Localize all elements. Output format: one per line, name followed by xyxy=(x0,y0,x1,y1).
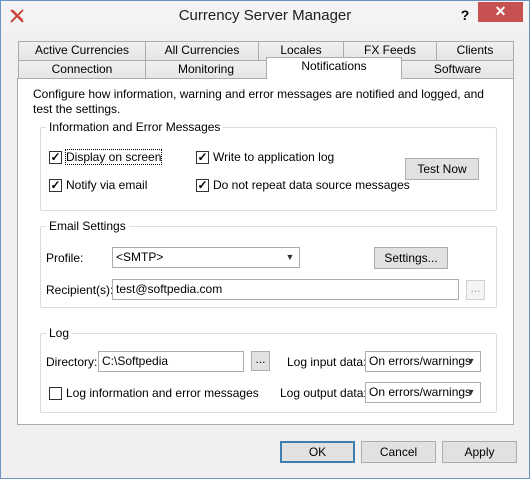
currency-server-manager-window: Currency Server Manager ? ✕ Active Curre… xyxy=(0,0,530,479)
ok-button[interactable]: OK xyxy=(280,441,355,463)
notify-via-email-checkbox[interactable]: ✓ Notify via email xyxy=(49,178,147,192)
log-group-title: Log xyxy=(46,326,73,340)
settings-button[interactable]: Settings... xyxy=(374,247,448,269)
directory-label: Directory: xyxy=(46,355,98,369)
tab-notifications[interactable]: Notifications xyxy=(266,57,402,79)
profile-select[interactable]: <SMTP> ▼ xyxy=(112,247,300,268)
tab-software[interactable]: Software xyxy=(401,60,514,79)
recipients-input[interactable]: test@softpedia.com xyxy=(112,279,459,300)
profile-label: Profile: xyxy=(46,251,84,265)
window-title: Currency Server Manager xyxy=(178,7,352,24)
apply-button[interactable]: Apply xyxy=(442,441,517,463)
check-icon: ✓ xyxy=(49,149,62,164)
dialog-footer: OK Cancel Apply xyxy=(1,431,529,478)
no-repeat-checkbox[interactable]: ✓ Do not repeat data source messages xyxy=(196,178,410,192)
chevron-down-icon: ▼ xyxy=(285,252,295,262)
info-error-group: Information and Error Messages ✓ Display… xyxy=(40,120,497,211)
log-messages-checkbox[interactable]: Log information and error messages xyxy=(49,386,259,400)
tab-all-currencies[interactable]: All Currencies xyxy=(145,41,259,60)
profile-value: <SMTP> xyxy=(116,250,164,264)
log-output-label: Log output data: xyxy=(280,386,367,400)
tab-active-currencies[interactable]: Active Currencies xyxy=(18,41,146,60)
notify-via-email-label: Notify via email xyxy=(66,178,148,192)
display-on-screen-checkbox[interactable]: ✓ Display on screen xyxy=(49,149,163,165)
checkbox-empty-icon xyxy=(49,386,62,400)
help-button[interactable]: ? xyxy=(457,5,473,25)
log-group: Log Directory: C:\Softpedia ... Log inpu… xyxy=(40,326,497,413)
recipients-browse-button[interactable]: ... xyxy=(466,280,485,300)
log-input-value: On errors/warnings xyxy=(369,354,472,368)
log-messages-label: Log information and error messages xyxy=(66,386,259,400)
cancel-button[interactable]: Cancel xyxy=(361,441,436,463)
directory-input[interactable]: C:\Softpedia xyxy=(98,351,244,372)
directory-browse-button[interactable]: ... xyxy=(251,351,270,371)
check-icon: ✓ xyxy=(49,177,62,192)
no-repeat-label: Do not repeat data source messages xyxy=(213,178,410,192)
info-error-group-title: Information and Error Messages xyxy=(46,120,224,134)
log-input-label: Log input data: xyxy=(287,355,367,369)
display-on-screen-label: Display on screen xyxy=(64,149,163,165)
recipients-label: Recipient(s): xyxy=(46,283,114,297)
tab-connection[interactable]: Connection xyxy=(18,60,146,79)
email-settings-group: Email Settings Profile: <SMTP> ▼ Setting… xyxy=(40,219,497,308)
log-output-select[interactable]: On errors/warnings ▼ xyxy=(365,382,481,403)
chevron-down-icon: ▼ xyxy=(466,356,476,366)
write-to-log-label: Write to application log xyxy=(213,150,335,164)
email-settings-group-title: Email Settings xyxy=(46,219,129,233)
check-icon: ✓ xyxy=(196,177,209,192)
close-button[interactable]: ✕ xyxy=(478,2,523,22)
log-input-select[interactable]: On errors/warnings ▼ xyxy=(365,351,481,372)
log-output-value: On errors/warnings xyxy=(369,385,472,399)
title-bar: Currency Server Manager ? ✕ xyxy=(1,1,529,31)
notifications-panel: Configure how information, warning and e… xyxy=(17,78,514,425)
test-now-button[interactable]: Test Now xyxy=(405,158,479,180)
tab-monitoring[interactable]: Monitoring xyxy=(145,60,267,79)
tab-clients[interactable]: Clients xyxy=(436,41,514,60)
panel-description: Configure how information, warning and e… xyxy=(33,87,484,116)
check-icon: ✓ xyxy=(196,149,209,164)
chevron-down-icon: ▼ xyxy=(466,387,476,397)
write-to-log-checkbox[interactable]: ✓ Write to application log xyxy=(196,150,334,164)
